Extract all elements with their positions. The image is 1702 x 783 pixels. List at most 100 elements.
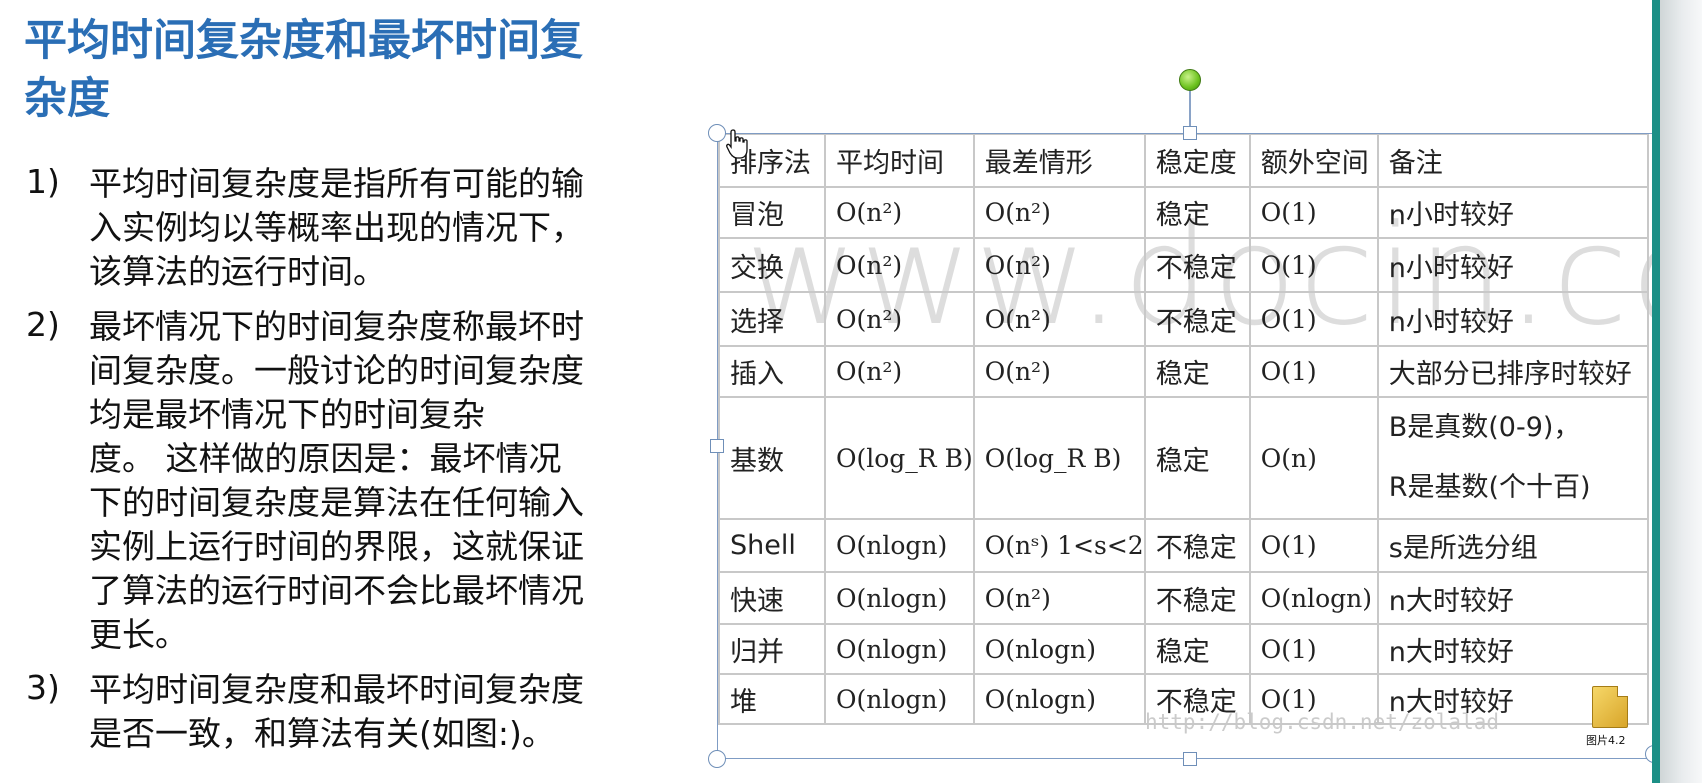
average-time-cell: O(n²): [824, 345, 975, 398]
algorithm-name-cell: 堆: [718, 673, 826, 725]
header-cell: 平均时间: [824, 133, 975, 188]
title-line: 平均时间复杂度和最坏时间复: [24, 16, 583, 66]
slide-canvas: 平均时间复杂度和最坏时间复 杂度 1) 平均时间复杂度是指所有可能的输 入实例均…: [0, 0, 1652, 783]
extra-space-cell: O(1): [1248, 623, 1379, 675]
average-time-cell: O(nlogn): [824, 623, 975, 675]
folder-icon[interactable]: [1592, 686, 1628, 728]
note-line: n大时较好: [1388, 636, 1514, 668]
resize-handle-bottom-right[interactable]: [1645, 745, 1652, 763]
window-edge: [1652, 0, 1702, 783]
bullet-number: 3): [26, 668, 60, 707]
algorithm-name-cell: 基数: [718, 396, 826, 520]
bullet-line: 是否一致，和算法有关(如图:)。: [89, 714, 555, 753]
note-line: n小时较好: [1388, 306, 1514, 338]
average-time-cell: O(n²): [824, 291, 975, 347]
resize-handle-bottom-left[interactable]: [708, 750, 726, 768]
bullet-text: 最坏情况下的时间复杂度称最坏时 间复杂度。一般讨论的时间复杂度 均是最坏情况下的…: [89, 305, 689, 657]
rotate-handle[interactable]: [1179, 69, 1201, 91]
worst-case-cell: O(n²): [972, 186, 1146, 239]
sort-complexity-table: 排序法 平均时间 最差情形 稳定度 额外空间 备注 冒泡 O(n²) O(n²) 稳定…: [718, 133, 1649, 725]
extra-space-cell: O(1): [1248, 518, 1379, 573]
bullet-number: 1): [26, 162, 60, 201]
hand-cursor-icon: [726, 129, 748, 159]
worst-case-cell: O(nˢ) 1<s<2: [972, 518, 1146, 573]
average-time-cell: O(n²): [824, 186, 975, 239]
average-time-cell: O(nlogn): [824, 571, 975, 625]
stability-cell: 不稳定: [1143, 571, 1251, 625]
algorithm-name-cell: 归并: [718, 623, 826, 675]
stability-cell: 稳定: [1143, 186, 1251, 239]
title-line: 杂度: [24, 74, 110, 124]
table-row: 归并 O(nlogn) O(nlogn) 稳定 O(1) n大时较好: [718, 623, 1649, 675]
average-time-cell: O(nlogn): [824, 518, 975, 573]
bullet-line: 该算法的运行时间。: [89, 252, 386, 291]
bullet-text: 平均时间复杂度和最坏时间复杂度 是否一致，和算法有关(如图:)。: [89, 668, 689, 756]
stability-cell: 不稳定: [1143, 673, 1251, 725]
resize-handle-left[interactable]: [710, 439, 724, 453]
resize-handle-top-left[interactable]: [708, 124, 726, 142]
bullet-line: 平均时间复杂度和最坏时间复杂度: [89, 670, 584, 709]
note-cell: s是所选分组: [1376, 518, 1649, 573]
table-row: 选择 O(n²) O(n²) 不稳定 O(1) n小时较好: [718, 291, 1649, 347]
note-line: 大部分已排序时较好: [1388, 359, 1632, 390]
bullet-line: 平均时间复杂度是指所有可能的输: [89, 164, 584, 203]
bullet-number: 2): [26, 305, 60, 344]
bullet-text: 平均时间复杂度是指所有可能的输 入实例均以等概率出现的情况下， 该算法的运行时间…: [89, 162, 689, 294]
worst-case-cell: O(nlogn): [972, 673, 1146, 725]
note-cell: n小时较好: [1376, 291, 1649, 347]
note-line: B是真数(0-9)，: [1388, 412, 1581, 443]
worst-case-cell: O(n²): [972, 571, 1146, 625]
stability-cell: 稳定: [1143, 345, 1251, 398]
table-header-row: 排序法 平均时间 最差情形 稳定度 额外空间 备注: [718, 133, 1649, 188]
worst-case-cell: O(n²): [972, 237, 1146, 293]
extra-space-cell: O(n): [1248, 396, 1379, 520]
average-time-cell: O(log_R B): [824, 396, 975, 520]
extra-space-cell: O(1): [1248, 345, 1379, 398]
sort-table-image[interactable]: 排序法 平均时间 最差情形 稳定度 额外空间 备注 冒泡 O(n²) O(n²) 稳定…: [718, 133, 1652, 759]
extra-space-cell: O(1): [1248, 673, 1379, 725]
table-row: Shell O(nlogn) O(nˢ) 1<s<2 不稳定 O(1) s是所选分组: [718, 518, 1649, 573]
resize-handle-top[interactable]: [1183, 126, 1197, 140]
worst-case-cell: O(log_R B): [972, 396, 1146, 520]
stability-cell: 稳定: [1143, 623, 1251, 675]
extra-space-cell: O(nlogn): [1248, 571, 1379, 625]
average-time-cell: O(nlogn): [824, 673, 975, 725]
stability-cell: 不稳定: [1143, 237, 1251, 293]
stability-cell: 不稳定: [1143, 291, 1251, 347]
extra-space-cell: O(1): [1248, 237, 1379, 293]
table-body: 冒泡 O(n²) O(n²) 稳定 O(1) n小时较好 交换 O(n²) O(n²) 不稳定 O(…: [718, 186, 1649, 725]
table-row: 插入 O(n²) O(n²) 稳定 O(1) 大部分已排序时较好: [718, 345, 1649, 398]
worst-case-cell: O(nlogn): [972, 623, 1146, 675]
bullet-line: 实例上运行时间的界限，这就保证: [89, 527, 584, 566]
stability-cell: 不稳定: [1143, 518, 1251, 573]
table-row: 冒泡 O(n²) O(n²) 稳定 O(1) n小时较好: [718, 186, 1649, 239]
resize-handle-bottom[interactable]: [1183, 752, 1197, 766]
worst-case-cell: O(n²): [972, 291, 1146, 347]
bullet-line: 下的时间复杂度是算法在任何输入: [89, 483, 584, 522]
bullet-line: 更长。: [89, 615, 188, 654]
algorithm-name-cell: 选择: [718, 291, 826, 347]
stability-cell: 稳定: [1143, 396, 1251, 520]
bullet-line: 了算法的运行时间不会比最坏情况: [89, 571, 584, 610]
algorithm-name-cell: 插入: [718, 345, 826, 398]
table-row: 堆 O(nlogn) O(nlogn) 不稳定 O(1) n大时较好: [718, 673, 1649, 725]
header-cell: 稳定度: [1143, 133, 1251, 188]
note-line: n大时较好: [1388, 585, 1514, 617]
bullet-line: 最坏情况下的时间复杂度称最坏时: [89, 307, 584, 346]
note-line: R是基数(个十百): [1388, 472, 1591, 503]
algorithm-name-cell: 交换: [718, 237, 826, 293]
algorithm-name-cell: 快速: [718, 571, 826, 625]
note-cell: n大时较好: [1376, 623, 1649, 675]
slide-title[interactable]: 平均时间复杂度和最坏时间复 杂度: [24, 12, 664, 128]
note-line: s是所选分组: [1388, 533, 1538, 564]
header-cell: 最差情形: [972, 133, 1146, 188]
file-icon-label: 图片4.2: [1586, 732, 1626, 748]
note-cell: n大时较好: [1376, 571, 1649, 625]
note-line: n小时较好: [1388, 252, 1514, 284]
bullet-line: 均是最坏情况下的时间复杂: [89, 395, 485, 434]
table-row: 快速 O(nlogn) O(n²) 不稳定 O(nlogn) n大时较好: [718, 571, 1649, 625]
note-cell: 大部分已排序时较好: [1376, 345, 1649, 398]
note-line: n小时较好: [1388, 200, 1514, 231]
header-cell: 备注: [1376, 133, 1649, 188]
bullet-line: 度。 这样做的原因是：最坏情况: [89, 439, 562, 478]
